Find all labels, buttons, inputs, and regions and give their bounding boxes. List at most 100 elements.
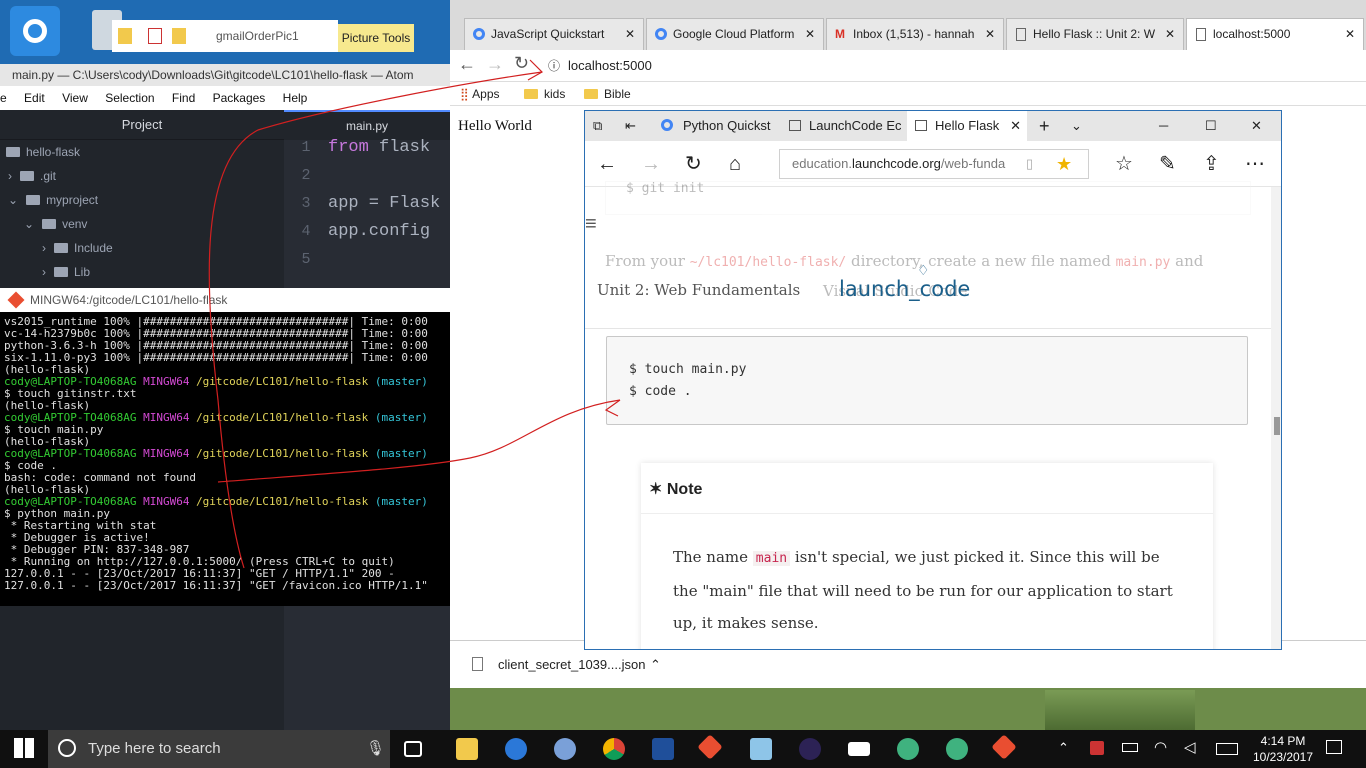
menu-view[interactable]: View <box>55 91 95 105</box>
close-icon[interactable]: ✕ <box>802 19 815 49</box>
bookmark-apps[interactable]: ⣿ Apps <box>460 82 500 106</box>
atom-icon[interactable] <box>897 738 919 760</box>
launchcode-logo[interactable]: ♢ launch_code <box>839 263 970 301</box>
git-bash-icon[interactable] <box>991 734 1017 760</box>
edge-icon[interactable] <box>505 738 527 760</box>
tab-hello-flask[interactable]: Hello Flask :: Unit 2: W ✕ <box>1006 18 1184 50</box>
tab-inbox[interactable]: M Inbox (1,513) - hannah ✕ <box>826 18 1004 50</box>
git-icon <box>7 291 25 309</box>
wifi-icon[interactable]: ◠ <box>1154 738 1167 756</box>
close-icon[interactable]: ✕ <box>1345 19 1355 49</box>
menu-edit-partial[interactable]: e <box>0 91 14 105</box>
back-arrow-icon[interactable]: ← <box>458 54 476 75</box>
mail-icon[interactable] <box>848 742 870 756</box>
menu-edit[interactable]: Edit <box>17 91 52 105</box>
close-window-icon[interactable]: ✕ <box>1251 111 1262 141</box>
tree-item-label: Lib <box>74 265 91 279</box>
faded-text: and <box>1170 252 1204 270</box>
powershell-icon[interactable] <box>652 738 674 760</box>
address-bar[interactable]: ⓘ localhost:5000 <box>540 54 1360 78</box>
file-explorer-icon[interactable] <box>456 738 478 760</box>
folder-icon[interactable] <box>172 28 186 44</box>
url-host: launchcode.org <box>852 156 941 171</box>
menu-find[interactable]: Find <box>165 91 202 105</box>
menu-packages[interactable]: Packages <box>206 91 273 105</box>
explorer-quickbar: gmailOrderPic1 <box>112 20 338 52</box>
hamburger-menu-icon[interactable]: ≡ <box>585 213 597 236</box>
tab-javascript-quickstart[interactable]: JavaScript Quickstart ✕ <box>464 18 644 50</box>
tree-item-lib[interactable]: › Lib <box>0 260 284 284</box>
taskbar-search[interactable]: Type here to search 🎙︎ <box>48 730 390 768</box>
task-view-icon[interactable] <box>404 741 422 757</box>
tree-item-myproject[interactable]: ⌄ myproject <box>0 188 284 212</box>
tree-item-include[interactable]: › Include <box>0 236 284 260</box>
bookmark-kids[interactable]: kids <box>524 82 565 106</box>
windows-start-icon[interactable] <box>14 738 34 758</box>
asterisk-icon: ✶ <box>649 481 667 498</box>
faded-code-text: $ git init <box>626 181 705 196</box>
reading-view-icon[interactable]: ▯ <box>1026 150 1033 178</box>
edge-page-content: $ git init ≡ From your ~/lc101/hello-fla… <box>585 181 1271 649</box>
chevron-up-icon[interactable]: ⌃ <box>1058 740 1069 756</box>
battery-icon[interactable] <box>1122 743 1138 752</box>
tab-preview-icon[interactable]: ⧉ <box>593 111 602 141</box>
mingw-terminal-window[interactable]: MINGW64:/gitcode/LC101/hello-flask vs201… <box>0 288 450 606</box>
keyboard-icon[interactable] <box>1216 743 1238 755</box>
desktop-app-icon[interactable] <box>10 6 60 56</box>
close-icon[interactable]: ✕ <box>1162 19 1175 49</box>
chevron-right-icon: › <box>42 241 46 255</box>
tab-launchcode[interactable]: LaunchCode Ec <box>781 111 901 141</box>
tree-item-git[interactable]: › .git <box>0 164 284 188</box>
minimize-icon[interactable]: ─ <box>1159 111 1168 141</box>
unit-title[interactable]: Unit 2: Web Fundamentals <box>597 281 800 299</box>
edge-address-bar[interactable]: education.launchcode.org/web-funda ▯ ★ <box>779 149 1089 179</box>
checkbox-icon[interactable] <box>148 28 162 44</box>
maximize-icon[interactable]: ☐ <box>1205 111 1217 141</box>
tree-item-hello-flask[interactable]: hello-flask <box>0 140 284 164</box>
address-url: localhost:5000 <box>568 58 652 73</box>
close-icon[interactable]: ✕ <box>982 19 995 49</box>
tree-item-label: myproject <box>46 193 99 207</box>
git-gui-icon[interactable] <box>697 734 723 760</box>
chevron-down-icon[interactable]: ⌄ <box>1071 111 1082 141</box>
atom-menubar: e Edit View Selection Find Packages Help <box>0 86 450 110</box>
set-aside-icon[interactable]: ⇤ <box>625 111 636 141</box>
edge-window: ⧉ ⇤ Python Quickst LaunchCode Ec Hello F… <box>584 110 1282 650</box>
tree-item-venv[interactable]: ⌄ venv <box>0 212 284 236</box>
action-center-icon[interactable] <box>1326 740 1342 754</box>
picture-tools-tab[interactable]: Picture Tools <box>338 24 414 52</box>
atom-icon[interactable] <box>946 738 968 760</box>
chrome-icon[interactable] <box>603 738 625 760</box>
paint-icon[interactable] <box>554 738 576 760</box>
notepad-icon[interactable] <box>750 738 772 760</box>
favorite-star-icon[interactable]: ★ <box>1056 150 1072 178</box>
prompt-shell: MINGW64 <box>143 447 190 460</box>
tab-hello-flask-edge[interactable]: Hello Flask ✕ <box>907 111 1027 141</box>
line-number: 1 <box>301 139 311 156</box>
close-icon[interactable]: ✕ <box>625 19 635 49</box>
close-icon[interactable]: ✕ <box>1010 111 1021 141</box>
forward-arrow-icon[interactable]: → <box>486 54 504 75</box>
edge-scrollbar[interactable] <box>1271 187 1281 649</box>
tab-python-quickstart[interactable]: Python Quickst <box>655 111 775 141</box>
security-icon[interactable] <box>1090 741 1104 755</box>
tab-localhost[interactable]: localhost:5000 ✕ <box>1186 18 1364 50</box>
taskbar-clock[interactable]: 4:14 PM 10/23/2017 <box>1248 733 1318 765</box>
bookmark-bible[interactable]: Bible <box>584 82 631 106</box>
faded-text: From your <box>605 252 690 270</box>
tree-item-label: venv <box>62 217 88 231</box>
tab-google-cloud[interactable]: Google Cloud Platform ✕ <box>646 18 824 50</box>
scrollbar-thumb[interactable] <box>1274 417 1280 435</box>
eclipse-icon[interactable] <box>799 738 821 760</box>
new-tab-icon[interactable]: + <box>1039 111 1050 141</box>
volume-icon[interactable]: ◁ <box>1184 738 1196 756</box>
inline-code: main <box>752 551 791 566</box>
file-name-label: gmailOrderPic1 <box>216 29 299 43</box>
menu-help[interactable]: Help <box>276 91 315 105</box>
folder-icon[interactable] <box>118 28 132 44</box>
url-path: /web-funda <box>940 156 1006 171</box>
microphone-icon[interactable]: 🎙︎ <box>366 730 385 768</box>
menu-selection[interactable]: Selection <box>98 91 161 105</box>
reload-icon[interactable]: ↻ <box>514 53 529 74</box>
atom-titlebar: main.py — C:\Users\cody\Downloads\Git\gi… <box>0 64 450 86</box>
